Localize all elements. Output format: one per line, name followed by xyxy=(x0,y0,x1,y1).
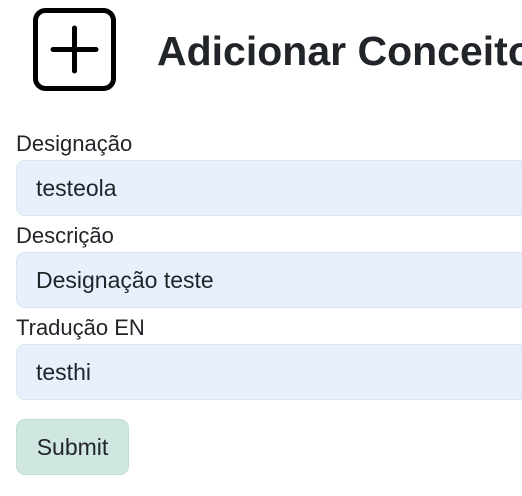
descricao-input[interactable] xyxy=(16,252,522,308)
page-title: Adicionar Conceito xyxy=(157,28,522,74)
submit-button[interactable]: Submit xyxy=(16,419,129,475)
designacao-label: Designação xyxy=(16,131,133,156)
descricao-label: Descrição xyxy=(16,223,114,248)
traducao-en-input[interactable] xyxy=(16,344,522,400)
designacao-input[interactable] xyxy=(16,160,522,216)
plus-square-icon xyxy=(33,8,116,91)
add-concept-form: Designação Descrição Tradução EN xyxy=(16,128,522,404)
page: Adicionar Conceito Designação Descrição … xyxy=(0,0,522,496)
traducao-en-label: Tradução EN xyxy=(16,315,145,340)
page-header: Adicionar Conceito xyxy=(0,0,522,100)
